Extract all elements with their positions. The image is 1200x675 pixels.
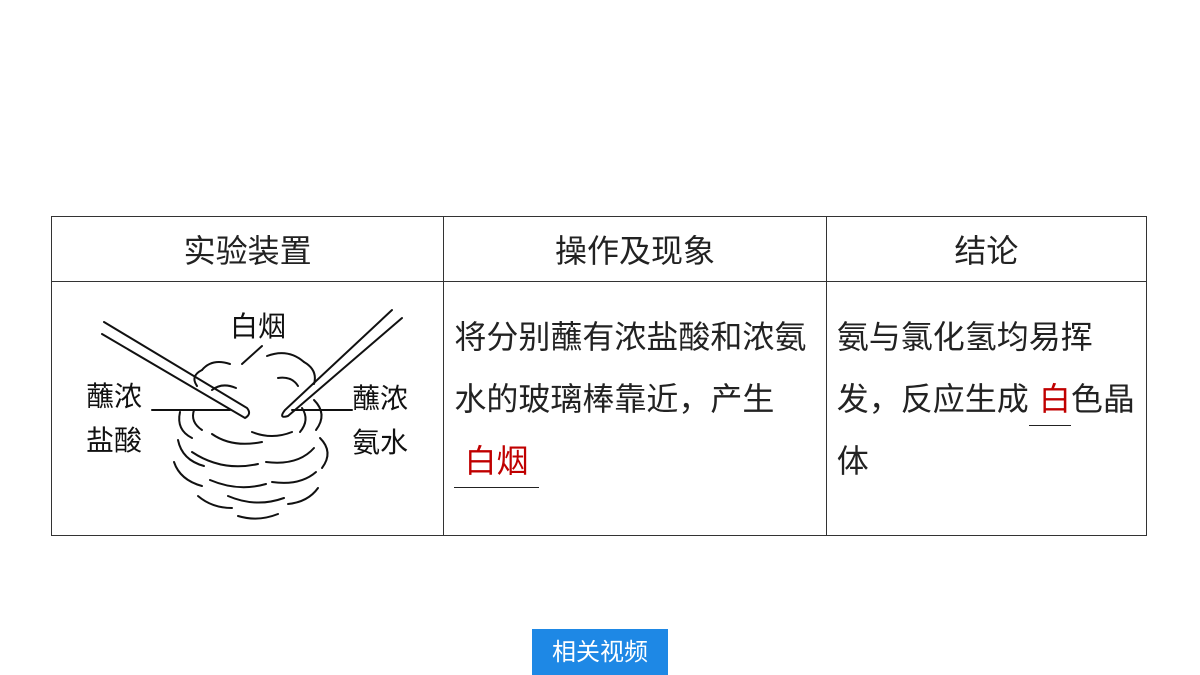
right-rod-label-line2: 氨水 — [352, 426, 409, 459]
left-rod-label-line1: 蘸浓 — [86, 380, 143, 413]
right-rod-label-line1: 蘸浓 — [352, 382, 409, 415]
operation-text: 将分别蘸有浓盐酸和浓氨水的玻璃棒靠近，产生 白烟 — [444, 282, 825, 492]
header-apparatus: 实验装置 — [50, 216, 445, 282]
related-video-button[interactable]: 相关视频 — [532, 629, 668, 675]
conclusion-answer-blank: 白 — [1028, 373, 1071, 426]
experiment-table: 实验装置 操作及现象 结论 白烟 蘸浓 盐酸 蘸浓 氨水 将分别蘸有浓盐酸和浓氨… — [50, 216, 1148, 536]
conclusion-cell: 氨与氯化氢均易挥发，反应生成 白色晶体 — [825, 281, 1148, 536]
smoke-label-pointer — [241, 345, 263, 365]
operation-answer-blank: 白烟 — [454, 435, 539, 488]
header-conclusion: 结论 — [825, 216, 1148, 282]
conclusion-text: 氨与氯化氢均易挥发，反应生成 白色晶体 — [827, 282, 1146, 492]
header-operation: 操作及现象 — [443, 216, 827, 282]
apparatus-diagram: 白烟 蘸浓 盐酸 蘸浓 氨水 — [52, 282, 443, 535]
operation-description: 将分别蘸有浓盐酸和浓氨水的玻璃棒靠近，产生 — [454, 318, 807, 418]
apparatus-cell: 白烟 蘸浓 盐酸 蘸浓 氨水 — [50, 281, 445, 536]
smoke-label: 白烟 — [230, 310, 287, 343]
operation-cell: 将分别蘸有浓盐酸和浓氨水的玻璃棒靠近，产生 白烟 — [443, 281, 827, 536]
left-rod-label-line2: 盐酸 — [86, 424, 143, 457]
conclusion-answer: 白 — [1038, 380, 1071, 418]
operation-answer: 白烟 — [464, 442, 529, 480]
